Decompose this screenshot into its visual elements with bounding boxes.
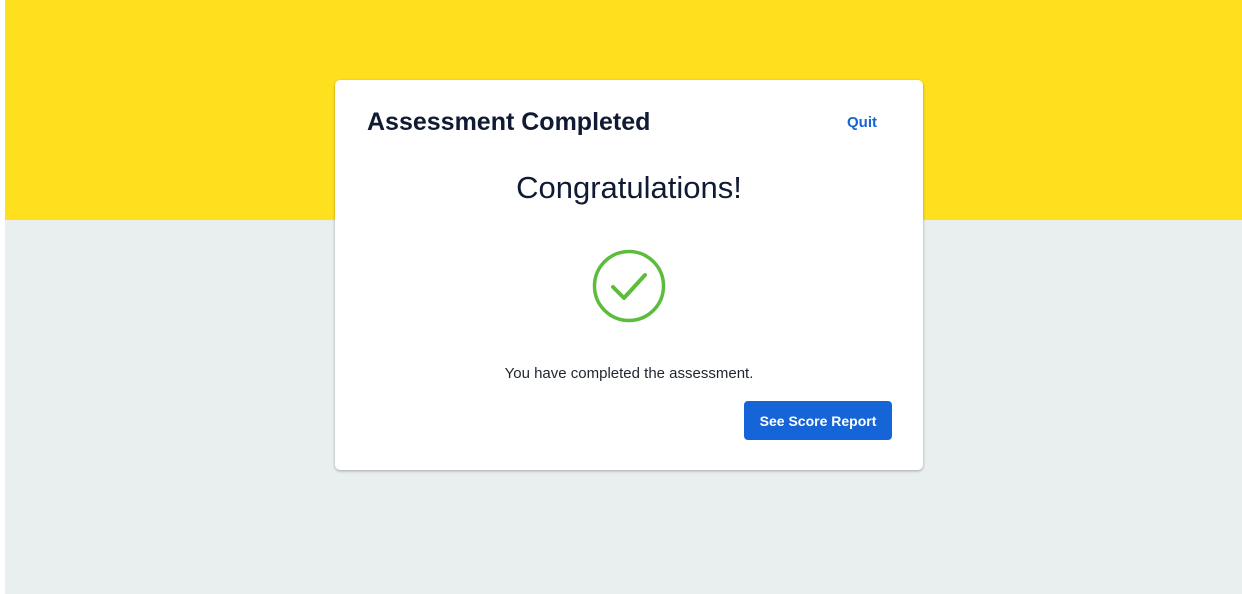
completion-message: You have completed the assessment. [504,365,754,382]
check-circle-icon [592,249,666,323]
checkmark-stroke [611,273,647,300]
card-title: Assessment Completed [367,108,651,136]
check-circle-ring [592,249,666,323]
congratulations-heading: Congratulations! [516,170,742,205]
completion-card: Assessment Completed Quit Congratulation… [335,80,923,470]
quit-link[interactable]: Quit [847,113,877,133]
page: Assessment Completed Quit Congratulation… [0,0,1242,594]
see-score-report-button[interactable]: See Score Report [744,401,892,440]
